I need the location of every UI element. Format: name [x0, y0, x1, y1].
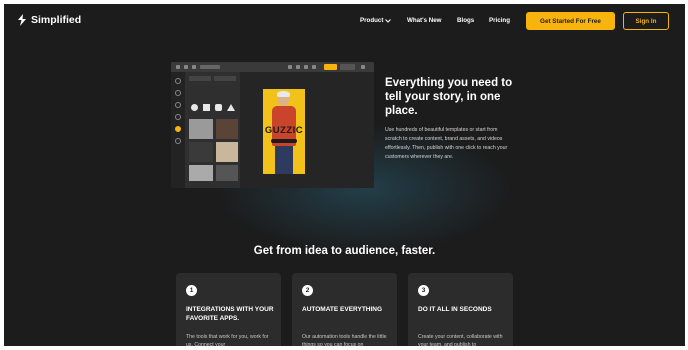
- editor-elements-panel: [185, 72, 240, 188]
- sign-in-button[interactable]: Sign In: [623, 12, 669, 30]
- toolbar-icon: [361, 65, 365, 69]
- circle-shape: [191, 104, 198, 111]
- card-description: The tools that work for you, work for us…: [186, 334, 269, 346]
- sidebar-icon: [175, 114, 181, 120]
- feature-card: 1 INTEGRATIONS WITH YOUR FAVORITE APPS. …: [176, 273, 281, 346]
- triangle-shape: [227, 104, 235, 111]
- nav-product-label: Product: [360, 17, 384, 24]
- image-thumbnail: [216, 119, 238, 139]
- card-title: DO IT ALL IN SECONDS: [418, 306, 492, 313]
- card-number-badge: 3: [418, 285, 429, 296]
- image-thumbnail: [216, 165, 238, 181]
- rounded-square-shape: [215, 104, 222, 111]
- square-shape: [203, 104, 210, 111]
- top-nav: Simplified Product What's New Blogs Pric…: [4, 4, 685, 40]
- image-thumbnail: [189, 165, 213, 181]
- sidebar-icon: [175, 102, 181, 108]
- hero-title: Everything you need to tell your story, …: [385, 77, 513, 117]
- poster-figure-hair: [277, 91, 290, 97]
- nav-pricing[interactable]: Pricing: [489, 17, 510, 24]
- toolbar-icon: [312, 65, 316, 69]
- feature-card: 3 DO IT ALL IN SECONDS Create your conte…: [408, 273, 513, 346]
- panel-search: [189, 76, 211, 81]
- feature-card: 2 AUTOMATE EVERYTHING Our automation too…: [292, 273, 397, 346]
- logo[interactable]: Simplified: [17, 14, 81, 26]
- sidebar-icon: [175, 78, 181, 84]
- logo-text: Simplified: [31, 14, 82, 26]
- sidebar-active-icon: [175, 126, 181, 132]
- editor-download-button: [340, 64, 355, 70]
- toolbar-icon: [288, 65, 292, 69]
- sidebar-icon: [175, 138, 181, 144]
- toolbar-icon: [296, 65, 300, 69]
- editor-toolbar: [171, 62, 374, 72]
- toolbar-icon: [184, 65, 188, 69]
- section-title: Get from idea to audience, faster.: [253, 245, 436, 257]
- nav-blogs[interactable]: Blogs: [457, 17, 474, 24]
- card-description: Create your content, collaborate with yo…: [418, 334, 503, 346]
- nav-product[interactable]: Product: [360, 17, 392, 24]
- simplified-logo-icon: [18, 14, 26, 26]
- chevron-down-icon: [385, 18, 392, 23]
- poster-figure-legs: [275, 144, 293, 174]
- poster-title: GUZZIC: [264, 125, 304, 136]
- card-title: AUTOMATE EVERYTHING: [302, 306, 383, 313]
- poster-design: GUZZIC: [263, 89, 305, 174]
- card-number-badge: 1: [186, 285, 197, 296]
- editor-sidebar: [171, 72, 185, 188]
- toolbar-icon: [176, 65, 180, 69]
- toolbar-icon: [192, 65, 196, 69]
- page: Simplified Product What's New Blogs Pric…: [4, 4, 685, 346]
- editor-canvas: [240, 72, 374, 188]
- nav-whats-new[interactable]: What's New: [407, 17, 441, 24]
- card-number-badge: 2: [302, 285, 313, 296]
- image-thumbnail: [216, 142, 238, 162]
- image-thumbnail: [189, 142, 213, 162]
- toolbar-title: [200, 65, 220, 69]
- editor-publish-button: [324, 64, 337, 70]
- toolbar-icon: [304, 65, 308, 69]
- sidebar-icon: [175, 90, 181, 96]
- editor-mockup-image: GUZZIC: [171, 62, 374, 188]
- card-title: INTEGRATIONS WITH YOUR FAVORITE APPS.: [186, 306, 274, 322]
- poster-button: [271, 139, 297, 143]
- image-thumbnail: [189, 119, 213, 139]
- panel-filter: [214, 76, 236, 81]
- card-description: Our automation tools handle the little t…: [302, 334, 387, 346]
- hero-description: Use hundreds of beautiful templates or s…: [385, 127, 508, 160]
- get-started-button[interactable]: Get Started For Free: [526, 12, 615, 30]
